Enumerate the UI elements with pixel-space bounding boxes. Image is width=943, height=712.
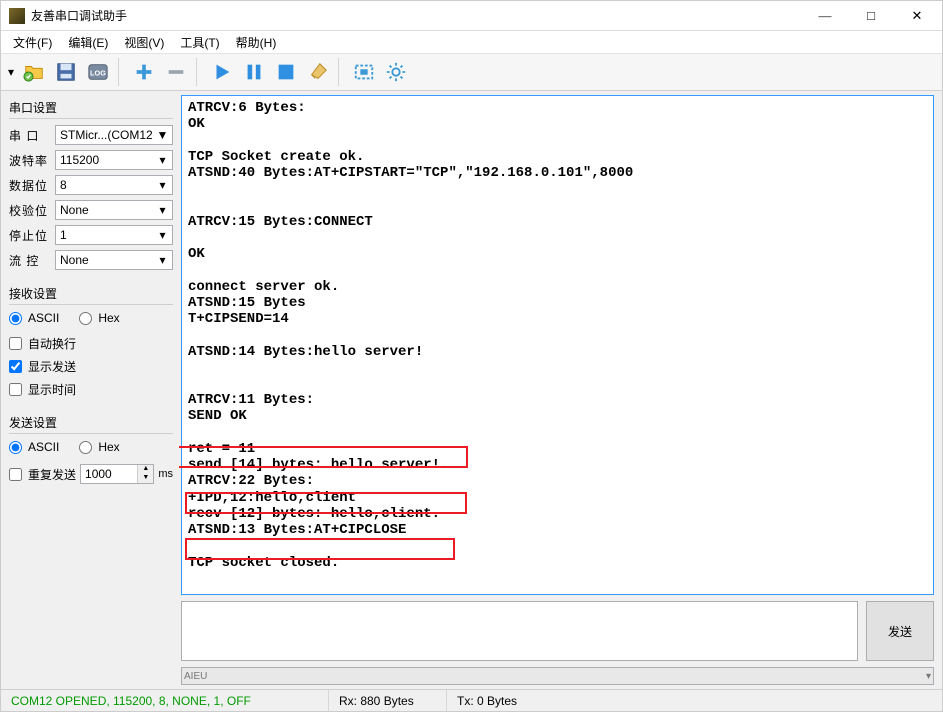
app-icon (9, 8, 25, 24)
menu-edit[interactable]: 编辑(E) (60, 32, 116, 53)
close-button[interactable]: ✕ (894, 1, 940, 31)
baud-combo[interactable]: 115200▾ (55, 150, 173, 170)
repeat-send-check[interactable]: 重复发送 (9, 466, 76, 483)
showsend-check[interactable]: 显示发送 (9, 358, 173, 375)
stopbits-label: 停止位 (9, 227, 51, 244)
save-button[interactable] (51, 57, 81, 87)
port-combo[interactable]: STMicr...(COM12▼ (55, 125, 173, 145)
menu-file[interactable]: 文件(F) (5, 32, 60, 53)
window-title: 友善串口调试助手 (31, 7, 802, 24)
baud-label: 波特率 (9, 152, 51, 169)
statusbar: COM12 OPENED, 115200, 8, NONE, 1, OFF Rx… (1, 689, 942, 711)
open-folder-button[interactable] (19, 57, 49, 87)
send-group-title: 发送设置 (9, 414, 173, 431)
toolbar: ▾ LOG (1, 53, 942, 91)
parity-label: 校验位 (9, 202, 51, 219)
recv-group-title: 接收设置 (9, 285, 173, 302)
ms-label: ms (158, 468, 173, 480)
settings-button[interactable] (381, 57, 411, 87)
titlebar: 友善串口调试助手 — □ ✕ (1, 1, 942, 31)
plus-button[interactable] (129, 57, 159, 87)
output-textarea[interactable]: ATRCV:6 Bytes: OK TCP Socket create ok. … (181, 95, 934, 595)
right-panel: ATRCV:6 Bytes: OK TCP Socket create ok. … (179, 91, 942, 689)
menubar: 文件(F) 编辑(E) 视图(V) 工具(T) 帮助(H) (1, 31, 942, 53)
stop-button[interactable] (271, 57, 301, 87)
send-button[interactable]: 发送 (866, 601, 934, 661)
send-input[interactable] (181, 601, 858, 661)
parity-combo[interactable]: None▾ (55, 200, 173, 220)
minus-button[interactable] (161, 57, 191, 87)
recv-ascii-radio[interactable]: ASCII (9, 311, 59, 325)
play-button[interactable] (207, 57, 237, 87)
showtime-check[interactable]: 显示时间 (9, 381, 173, 398)
send-hex-radio[interactable]: Hex (79, 440, 119, 454)
window-button[interactable] (349, 57, 379, 87)
clear-button[interactable] (303, 57, 333, 87)
toolbar-chevron[interactable]: ▾ (5, 65, 17, 79)
databits-label: 数据位 (9, 177, 51, 194)
status-tx: Tx: 0 Bytes (447, 690, 527, 711)
stopbits-combo[interactable]: 1▾ (55, 225, 173, 245)
menu-help[interactable]: 帮助(H) (228, 32, 285, 53)
pause-button[interactable] (239, 57, 269, 87)
send-ascii-radio[interactable]: ASCII (9, 440, 59, 454)
flow-combo[interactable]: None▾ (55, 250, 173, 270)
menu-tools[interactable]: 工具(T) (172, 32, 227, 53)
status-connection: COM12 OPENED, 115200, 8, NONE, 1, OFF (1, 690, 329, 711)
maximize-button[interactable]: □ (848, 1, 894, 31)
recv-hex-radio[interactable]: Hex (79, 311, 119, 325)
autowrap-check[interactable]: 自动换行 (9, 335, 173, 352)
status-rx: Rx: 880 Bytes (329, 690, 447, 711)
log-button[interactable]: LOG (83, 57, 113, 87)
svg-text:LOG: LOG (90, 69, 106, 78)
history-combo[interactable]: AIEU▾ (181, 667, 934, 685)
serial-group-title: 串口设置 (9, 99, 173, 116)
port-label: 串 口 (9, 127, 51, 144)
interval-spinner[interactable]: 1000 ▲▼ (80, 464, 154, 484)
minimize-button[interactable]: — (802, 1, 848, 31)
menu-view[interactable]: 视图(V) (116, 32, 172, 53)
main-area: 串口设置 串 口 STMicr...(COM12▼ 波特率 115200▾ 数据… (1, 91, 942, 689)
left-panel: 串口设置 串 口 STMicr...(COM12▼ 波特率 115200▾ 数据… (1, 91, 179, 689)
databits-combo[interactable]: 8▾ (55, 175, 173, 195)
flow-label: 流 控 (9, 252, 51, 269)
